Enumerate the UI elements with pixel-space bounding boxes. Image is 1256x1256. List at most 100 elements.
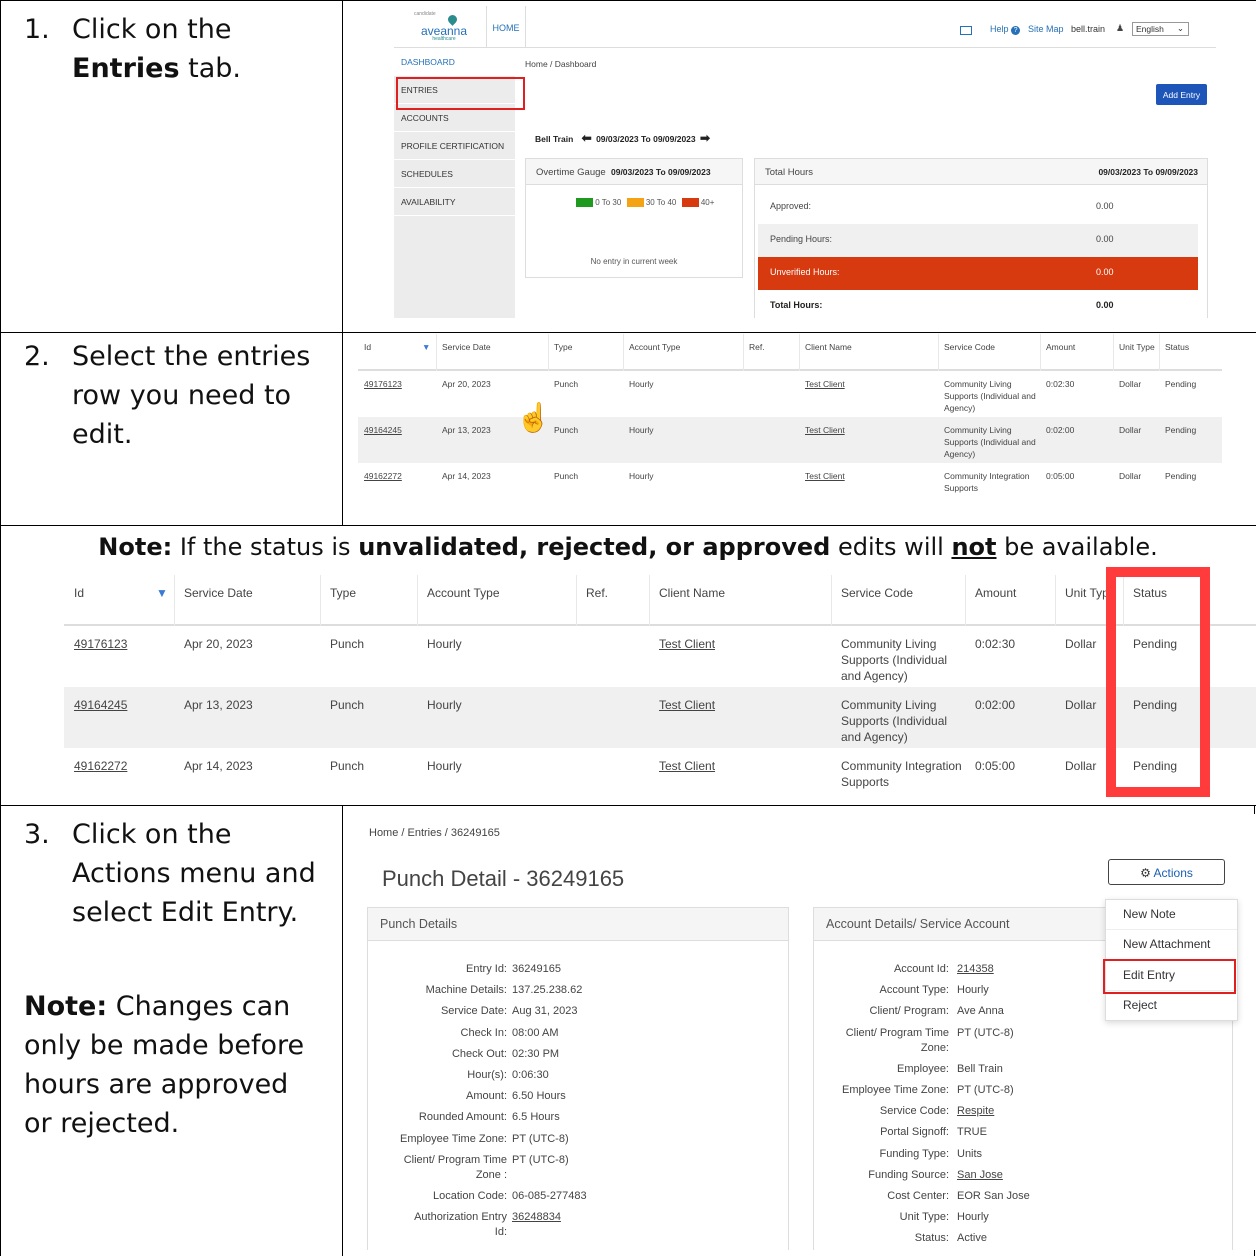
detail-label: Check Out: bbox=[451, 1047, 507, 1060]
prev-week-icon[interactable]: ⬅ bbox=[582, 131, 592, 145]
sidebar-item-availability[interactable]: AVAILABILITY bbox=[394, 188, 515, 216]
cell-client[interactable]: Test Client bbox=[659, 697, 829, 713]
column-header[interactable]: Type bbox=[554, 341, 623, 353]
column-header[interactable]: Service Date bbox=[442, 341, 548, 353]
cell-amount: 0:05:00 bbox=[975, 759, 1016, 773]
sidebar-item-dashboard[interactable]: DASHBOARD bbox=[394, 48, 515, 76]
column-header[interactable]: Amount bbox=[975, 585, 1055, 601]
page-title: Punch Detail - 36249165 bbox=[382, 866, 625, 891]
cell-code: Community Living Supports (Individual an… bbox=[944, 379, 1036, 413]
detail-value: PT (UTC-8) bbox=[512, 1132, 569, 1145]
detail-label: Client/ Program Time Zone : bbox=[403, 1153, 507, 1181]
cell-account: Hourly bbox=[629, 425, 654, 435]
add-entry-button[interactable]: Add Entry bbox=[1156, 84, 1207, 105]
column-divider bbox=[1113, 334, 1114, 371]
cell-date: Apr 20, 2023 bbox=[184, 637, 253, 651]
cell-client[interactable]: Test Client bbox=[659, 636, 829, 652]
menu-item-new-attachment[interactable]: New Attachment bbox=[1106, 930, 1237, 960]
cell-account: Hourly bbox=[629, 471, 654, 481]
detail-value: Hourly bbox=[957, 984, 989, 997]
cell-client[interactable]: Test Client bbox=[805, 470, 936, 482]
breadcrumb: Home / Dashboard bbox=[525, 59, 597, 69]
column-header[interactable]: Account Type bbox=[629, 341, 743, 353]
column-header[interactable]: Unit Type bbox=[1119, 341, 1159, 353]
sort-desc-icon[interactable]: ▼ bbox=[422, 341, 430, 353]
cell-id[interactable]: 49176123 bbox=[364, 378, 434, 390]
detail-value[interactable]: 36248834 bbox=[512, 1210, 561, 1225]
detail-value: Aug 31, 2023 bbox=[512, 1005, 578, 1018]
column-divider bbox=[938, 334, 939, 371]
home-tab[interactable]: HOME bbox=[486, 6, 526, 48]
table-row[interactable] bbox=[358, 463, 1222, 502]
user-name[interactable]: bell.train bbox=[1071, 24, 1105, 34]
mail-icon[interactable] bbox=[960, 26, 972, 35]
top-nav: candidate aveanna healthcare HOME Help ?… bbox=[394, 6, 1216, 48]
column-header[interactable]: Account Type bbox=[427, 585, 576, 601]
detail-label: Authorization Entry Id: bbox=[414, 1211, 507, 1239]
cell-date: Apr 13, 2023 bbox=[184, 698, 253, 712]
detail-label: Funding Source: bbox=[868, 1168, 949, 1181]
column-header[interactable]: Service Code bbox=[841, 585, 965, 601]
column-header[interactable]: Ref. bbox=[586, 585, 649, 601]
column-header[interactable]: Amount bbox=[1046, 341, 1113, 353]
cell-amount: 0:02:00 bbox=[975, 698, 1016, 712]
column-header[interactable]: Client Name bbox=[805, 341, 938, 353]
detail-label: Amount: bbox=[466, 1090, 507, 1103]
column-header[interactable]: Service Code bbox=[944, 341, 1040, 353]
cell-id[interactable]: 49164245 bbox=[364, 424, 434, 436]
column-divider bbox=[1040, 334, 1041, 371]
cell-amount: 0:02:00 bbox=[1046, 425, 1075, 435]
cell-id[interactable]: 49164245 bbox=[74, 697, 172, 713]
cell-id[interactable]: 49176123 bbox=[74, 636, 172, 652]
cell-code: Community Living Supports (Individual an… bbox=[841, 637, 948, 683]
table-border bbox=[0, 805, 1256, 806]
detail-label: Employee Time Zone: bbox=[842, 1084, 949, 1096]
table-border bbox=[0, 332, 1256, 333]
detail-value[interactable]: Respite bbox=[957, 1104, 994, 1119]
detail-value: TRUE bbox=[957, 1126, 987, 1139]
hand-cursor-icon: ☝ bbox=[516, 402, 551, 433]
table-border-mid bbox=[342, 805, 343, 1256]
column-header[interactable]: Service Date bbox=[184, 585, 320, 601]
detail-label: Client/ Program Time Zone: bbox=[845, 1026, 949, 1054]
column-header[interactable]: Status bbox=[1165, 341, 1222, 353]
cell-date: Apr 14, 2023 bbox=[184, 759, 253, 773]
actions-button[interactable]: ⚙ Actions bbox=[1108, 859, 1225, 885]
punch-detail-screenshot: Home / Entries / 36249165 Punch Detail -… bbox=[344, 814, 1255, 1250]
sidebar-item-profile-certification[interactable]: PROFILE CERTIFICATION bbox=[394, 132, 515, 160]
next-week-icon[interactable]: ➡ bbox=[700, 131, 710, 145]
detail-value: 137.25.238.62 bbox=[512, 984, 583, 997]
cell-id[interactable]: 49162272 bbox=[74, 758, 172, 774]
menu-item-new-note[interactable]: New Note bbox=[1106, 900, 1237, 930]
detail-value: 06-085-277483 bbox=[512, 1190, 587, 1202]
detail-value: 08:00 AM bbox=[512, 1026, 559, 1039]
detail-value[interactable]: San Jose bbox=[957, 1168, 1003, 1183]
column-header[interactable]: Client Name bbox=[659, 585, 831, 601]
column-divider bbox=[743, 334, 744, 371]
cell-id[interactable]: 49162272 bbox=[364, 470, 434, 482]
sort-desc-icon[interactable]: ▼ bbox=[156, 585, 168, 601]
cell-client[interactable]: Test Client bbox=[659, 758, 829, 774]
cell-status: Pending bbox=[1165, 425, 1197, 435]
cell-code: Community Living Supports (Individual an… bbox=[841, 698, 948, 744]
cell-client[interactable]: Test Client bbox=[805, 424, 936, 436]
breadcrumb: Home / Entries / 36249165 bbox=[369, 827, 500, 839]
help-link[interactable]: Help ? bbox=[990, 24, 1021, 35]
cell-account: Hourly bbox=[427, 698, 462, 712]
cell-client[interactable]: Test Client bbox=[805, 378, 936, 390]
language-select[interactable]: English ⌄ bbox=[1132, 22, 1189, 36]
legend-swatch-orange bbox=[626, 198, 644, 208]
sidebar-item-schedules[interactable]: SCHEDULES bbox=[394, 160, 515, 188]
column-header[interactable]: Type bbox=[330, 585, 417, 601]
cell-account: Hourly bbox=[427, 637, 462, 651]
cell-unit: Dollar bbox=[1119, 379, 1142, 389]
column-header[interactable]: Ref. bbox=[749, 341, 799, 353]
site-map-link[interactable]: Site Map bbox=[1028, 24, 1064, 34]
gauge-legend: 0 To 30 30 To 40 40+ bbox=[576, 198, 714, 208]
legend-swatch-red bbox=[681, 198, 699, 208]
detail-label: Unit Type: bbox=[899, 1211, 949, 1224]
menu-item-reject[interactable]: Reject bbox=[1106, 991, 1237, 1021]
detail-value[interactable]: 214358 bbox=[957, 962, 994, 977]
table-border-left bbox=[0, 0, 1, 1256]
changes-note: Note: Changes can only be made before ho… bbox=[24, 991, 305, 1139]
